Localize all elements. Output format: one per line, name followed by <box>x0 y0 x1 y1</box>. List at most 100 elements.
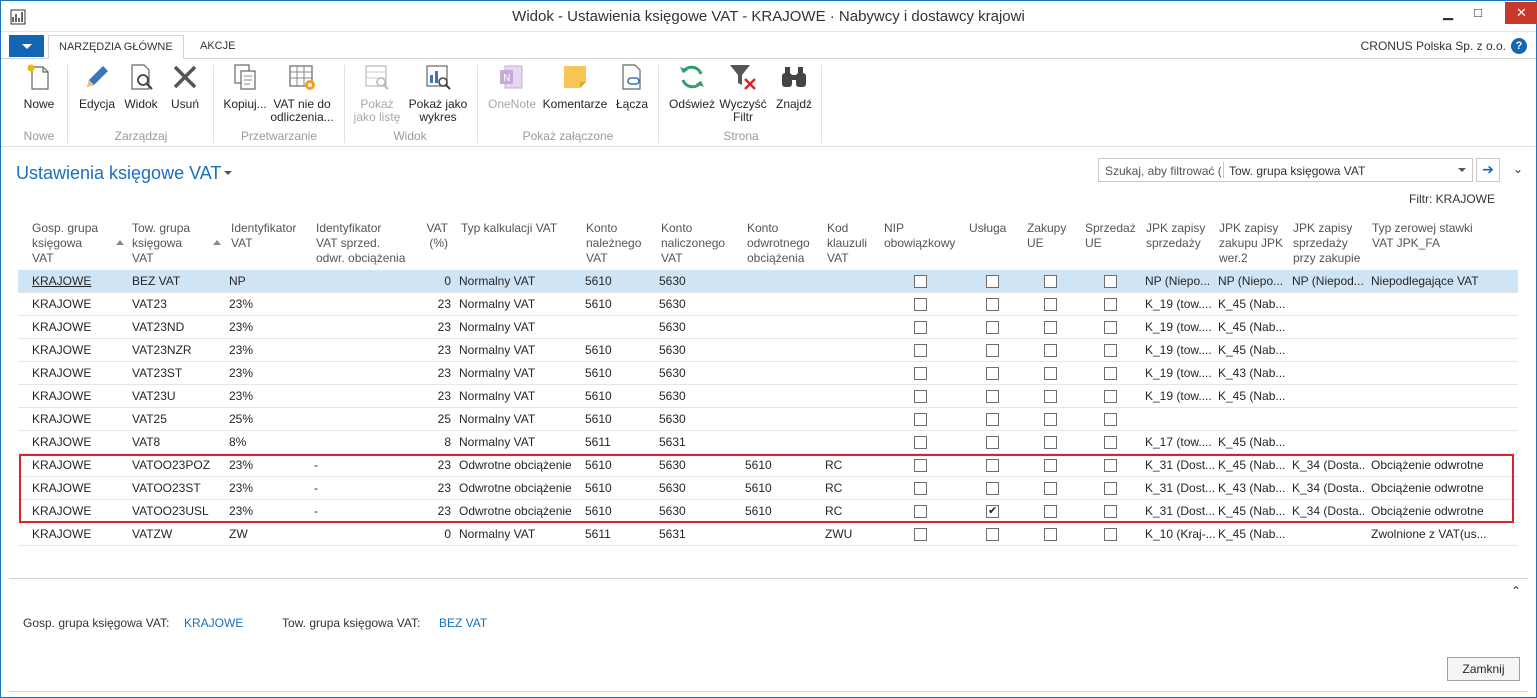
checkbox-nip[interactable] <box>914 528 927 541</box>
checkbox-nip[interactable] <box>914 298 927 311</box>
new-button[interactable]: Nowe <box>21 61 57 111</box>
checkbox-eu_sale[interactable] <box>1104 344 1117 357</box>
checkbox-nip[interactable] <box>914 505 927 518</box>
checkbox-eu_purch[interactable] <box>1044 528 1057 541</box>
checkbox-eu_sale[interactable] <box>1104 367 1117 380</box>
edit-button[interactable]: Edycja <box>79 61 115 111</box>
checkbox-eu_sale[interactable] <box>1104 275 1117 288</box>
table-row[interactable]: KRAJOWE VAT25 25% 25 Normalny VAT 5610 5630 <box>18 408 1518 431</box>
sort-ascending-icon[interactable] <box>213 240 221 245</box>
page-title[interactable]: Ustawienia księgowe VAT <box>16 163 221 184</box>
checkbox-service[interactable] <box>986 528 999 541</box>
checkbox-nip[interactable] <box>914 367 927 380</box>
tab-actions[interactable]: AKCJE <box>190 35 245 59</box>
checkbox-eu_purch[interactable] <box>1044 344 1057 357</box>
column-header-c7[interactable]: Konto należnego VAT <box>586 221 641 266</box>
column-header-c4[interactable]: Identyfikator VAT sprzed. odwr. obciążenia <box>316 221 405 266</box>
show-as-chart-button[interactable]: Pokaż jako wykres <box>407 61 469 124</box>
column-header-c11[interactable]: NIP obowiązkowy <box>884 221 955 251</box>
table-row[interactable]: KRAJOWE BEZ VAT NP 0 Normalny VAT 5610 5630 NP … <box>18 270 1518 293</box>
checkbox-eu_purch[interactable] <box>1044 298 1057 311</box>
search-input[interactable]: Szukaj, aby filtrować (... <box>1105 164 1221 178</box>
column-header-c15[interactable]: JPK zapisy sprzedaży <box>1146 221 1205 251</box>
checkbox-eu_purch[interactable] <box>1044 321 1057 334</box>
checkbox-eu_sale[interactable] <box>1104 321 1117 334</box>
column-header-c1[interactable]: Gosp. grupa księgowa VAT <box>32 221 98 266</box>
column-header-c10[interactable]: Kod klauzuli VAT <box>827 221 867 266</box>
checkbox-nip[interactable] <box>914 321 927 334</box>
checkbox-service[interactable] <box>986 390 999 403</box>
checkbox-eu_sale[interactable] <box>1104 436 1117 449</box>
close-button[interactable]: Zamknij <box>1447 657 1520 681</box>
page-title-dropdown-icon[interactable] <box>224 171 232 175</box>
checkbox-eu_sale[interactable] <box>1104 413 1117 426</box>
view-button[interactable]: Widok <box>122 61 160 111</box>
collapse-chevron-icon[interactable]: ⌄ <box>1513 162 1523 176</box>
checkbox-eu_purch[interactable] <box>1044 482 1057 495</box>
maximize-button[interactable]: □ <box>1463 2 1493 24</box>
checkbox-nip[interactable] <box>914 436 927 449</box>
checkbox-service[interactable] <box>986 459 999 472</box>
table-row[interactable]: KRAJOWE VAT23ND 23% 23 Normalny VAT 5630 K_19 … <box>18 316 1518 339</box>
show-as-list-button[interactable]: Pokaż jako listę <box>351 61 403 124</box>
table-row[interactable]: KRAJOWE VATOO23POZ 23% - 23 Odwrotne obciążen… <box>18 454 1518 477</box>
table-row[interactable]: KRAJOWE VAT23U 23% 23 Normalny VAT 5610 5630 K_… <box>18 385 1518 408</box>
refresh-button[interactable]: Odśwież <box>668 61 716 111</box>
minimize-button[interactable]: ▁ <box>1433 2 1463 24</box>
column-header-c6[interactable]: Typ kalkulacji VAT <box>461 221 557 236</box>
vat-non-deductible-button[interactable]: VAT nie do odliczenia... <box>269 61 335 124</box>
column-header-c8[interactable]: Konto naliczonego VAT <box>661 221 725 266</box>
factbox-collapse-chevron-icon[interactable]: ⌃ <box>1511 584 1521 598</box>
delete-button[interactable]: Usuń <box>168 61 202 111</box>
column-header-c18[interactable]: Typ zerowej stawki VAT JPK_FA <box>1372 221 1473 251</box>
checkbox-eu_purch[interactable] <box>1044 413 1057 426</box>
tab-home[interactable]: NARZĘDZIA GŁÓWNE <box>48 35 184 59</box>
column-header-c16[interactable]: JPK zapisy zakupu JPK wer.2 <box>1219 221 1283 266</box>
factbox-product-group-value[interactable]: BEZ VAT <box>439 616 487 630</box>
checkbox-eu_sale[interactable] <box>1104 528 1117 541</box>
checkbox-eu_sale[interactable] <box>1104 482 1117 495</box>
checkbox-nip[interactable] <box>914 275 927 288</box>
app-menu-dropdown[interactable] <box>9 35 44 57</box>
table-row[interactable]: KRAJOWE VAT23NZR 23% 23 Normalny VAT 5610 5630… <box>18 339 1518 362</box>
checkbox-service[interactable] <box>986 436 999 449</box>
checkbox-eu_purch[interactable] <box>1044 367 1057 380</box>
search-go-arrow-icon[interactable]: ➔ <box>1476 158 1500 182</box>
checkbox-service[interactable] <box>986 367 999 380</box>
copy-button[interactable]: Kopiuj... <box>222 61 268 111</box>
checkbox-service[interactable] <box>986 344 999 357</box>
checkbox-eu_purch[interactable] <box>1044 275 1057 288</box>
table-row[interactable]: KRAJOWE VAT23ST 23% 23 Normalny VAT 5610 5630 K… <box>18 362 1518 385</box>
checkbox-nip[interactable] <box>914 482 927 495</box>
table-row[interactable]: KRAJOWE VAT23 23% 23 Normalny VAT 5610 5630 K_1… <box>18 293 1518 316</box>
factbox-business-group-value[interactable]: KRAJOWE <box>184 616 243 630</box>
checkbox-eu_sale[interactable] <box>1104 298 1117 311</box>
sort-ascending-icon[interactable] <box>116 240 124 245</box>
onenote-button[interactable]: N OneNote <box>486 61 538 111</box>
checkbox-service[interactable] <box>986 413 999 426</box>
checkbox-service[interactable] <box>986 321 999 334</box>
checkbox-service[interactable] <box>986 482 999 495</box>
table-row[interactable]: KRAJOWE VAT8 8% 8 Normalny VAT 5611 5631 K_17 (… <box>18 431 1518 454</box>
checkbox-eu_sale[interactable] <box>1104 505 1117 518</box>
checkbox-nip[interactable] <box>914 459 927 472</box>
help-icon[interactable]: ? <box>1511 38 1527 54</box>
table-row[interactable]: KRAJOWE VATOO23USL 23% - 23 Odwrotne obciążen… <box>18 500 1518 523</box>
search-filter-box[interactable]: Szukaj, aby filtrować (... Tow. grupa ks… <box>1098 158 1473 182</box>
table-row[interactable]: KRAJOWE VATZW ZW 0 Normalny VAT 5611 5631 ZWU K_… <box>18 523 1518 546</box>
checkbox-service[interactable] <box>986 275 999 288</box>
column-header-c2[interactable]: Tow. grupa księgowa VAT <box>132 221 190 266</box>
column-header-c9[interactable]: Konto odwrotnego obciążenia <box>747 221 810 266</box>
checkbox-eu_sale[interactable] <box>1104 390 1117 403</box>
checkbox-nip[interactable] <box>914 344 927 357</box>
column-header-c14[interactable]: Sprzedaż UE <box>1085 221 1136 251</box>
checkbox-nip[interactable] <box>914 390 927 403</box>
checkbox-nip[interactable] <box>914 413 927 426</box>
checkbox-eu_purch[interactable] <box>1044 505 1057 518</box>
checkbox-eu_purch[interactable] <box>1044 459 1057 472</box>
table-row[interactable]: KRAJOWE VATOO23ST 23% - 23 Odwrotne obciążeni… <box>18 477 1518 500</box>
column-header-c12[interactable]: Usługa <box>969 221 1006 236</box>
search-field-select[interactable]: Tow. grupa księgowa VAT <box>1229 164 1365 178</box>
checkbox-service[interactable] <box>986 298 999 311</box>
column-header-c5[interactable]: VAT (%) <box>423 221 448 251</box>
